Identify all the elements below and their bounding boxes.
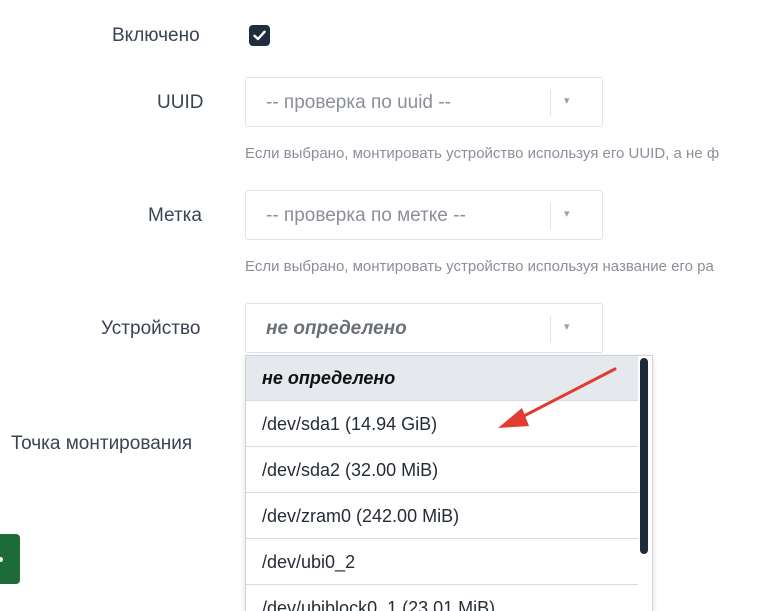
page: Включено UUID -- проверка по uuid -- ▾ Е… bbox=[0, 0, 782, 611]
arrow-icon bbox=[498, 367, 617, 428]
